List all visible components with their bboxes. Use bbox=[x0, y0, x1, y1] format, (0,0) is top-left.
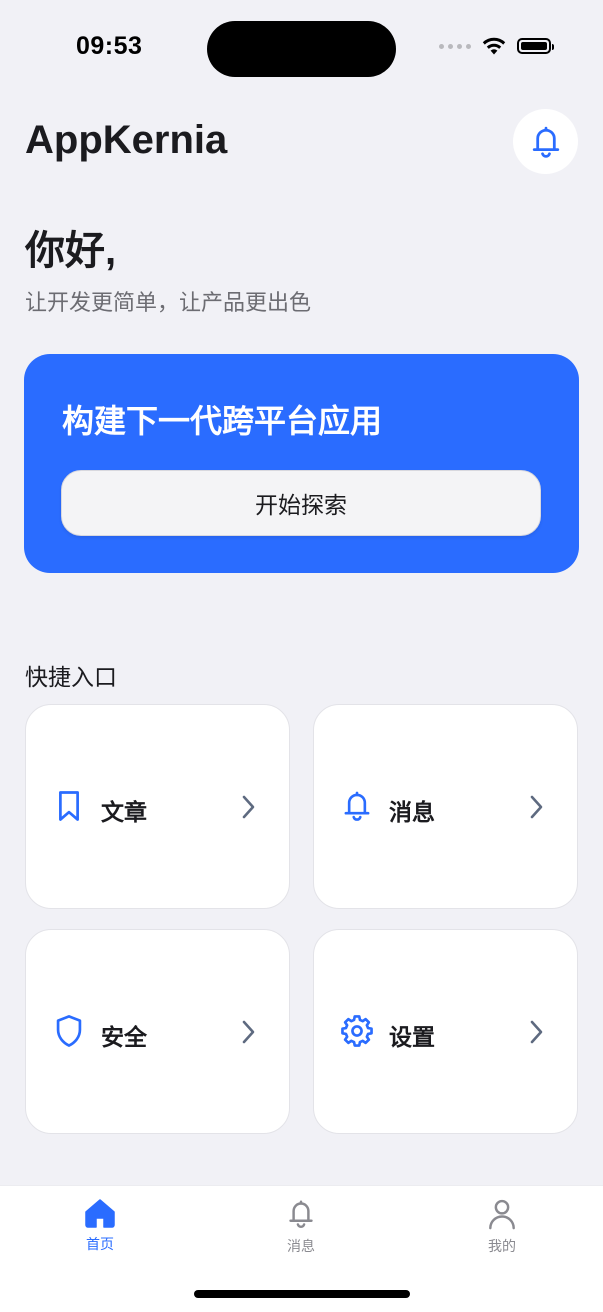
greeting-subtitle: 让开发更简单，让产品更出色 bbox=[25, 290, 312, 315]
quick-card-security[interactable]: 安全 bbox=[25, 929, 290, 1134]
status-icons bbox=[439, 36, 554, 56]
tab-label: 我的 bbox=[488, 1238, 516, 1254]
quick-card-settings[interactable]: 设置 bbox=[313, 929, 578, 1134]
cellular-signal-icon bbox=[439, 43, 471, 49]
greeting-title: 你好, bbox=[25, 229, 117, 273]
hero-card: 构建下一代跨平台应用 开始探索 bbox=[24, 354, 579, 573]
start-explore-button[interactable]: 开始探索 bbox=[61, 470, 541, 536]
status-time: 09:53 bbox=[76, 32, 143, 60]
notification-button[interactable] bbox=[513, 109, 578, 174]
chevron-right-icon bbox=[242, 1020, 255, 1044]
dynamic-island bbox=[207, 21, 396, 77]
quick-access-title: 快捷入口 bbox=[25, 664, 117, 690]
wifi-icon bbox=[482, 37, 506, 55]
chevron-right-icon bbox=[530, 795, 543, 819]
quick-card-label: 文章 bbox=[101, 799, 147, 825]
tab-profile[interactable]: 我的 bbox=[462, 1198, 542, 1256]
battery-icon bbox=[517, 38, 554, 54]
bell-icon bbox=[532, 126, 559, 158]
gear-icon bbox=[341, 1015, 373, 1047]
quick-card-messages[interactable]: 消息 bbox=[313, 704, 578, 909]
chevron-right-icon bbox=[242, 795, 255, 819]
home-indicator bbox=[194, 1290, 410, 1298]
bell-icon bbox=[289, 1200, 313, 1228]
shield-icon bbox=[53, 1015, 85, 1047]
tab-label: 消息 bbox=[287, 1238, 315, 1254]
quick-card-label: 安全 bbox=[101, 1024, 147, 1050]
tab-label: 首页 bbox=[86, 1236, 114, 1252]
user-icon bbox=[489, 1199, 515, 1230]
status-bar: 09:53 bbox=[0, 0, 603, 96]
tab-home[interactable]: 首页 bbox=[60, 1198, 140, 1254]
chevron-right-icon bbox=[530, 1020, 543, 1044]
home-icon bbox=[85, 1199, 115, 1228]
app-title: AppKernia bbox=[25, 118, 228, 162]
bookmark-icon bbox=[53, 790, 85, 822]
quick-card-label: 设置 bbox=[389, 1024, 435, 1050]
quick-card-label: 消息 bbox=[389, 799, 435, 825]
bell-icon bbox=[341, 790, 373, 822]
quick-card-articles[interactable]: 文章 bbox=[25, 704, 290, 909]
tab-messages[interactable]: 消息 bbox=[261, 1198, 341, 1256]
hero-title: 构建下一代跨平台应用 bbox=[62, 403, 383, 439]
